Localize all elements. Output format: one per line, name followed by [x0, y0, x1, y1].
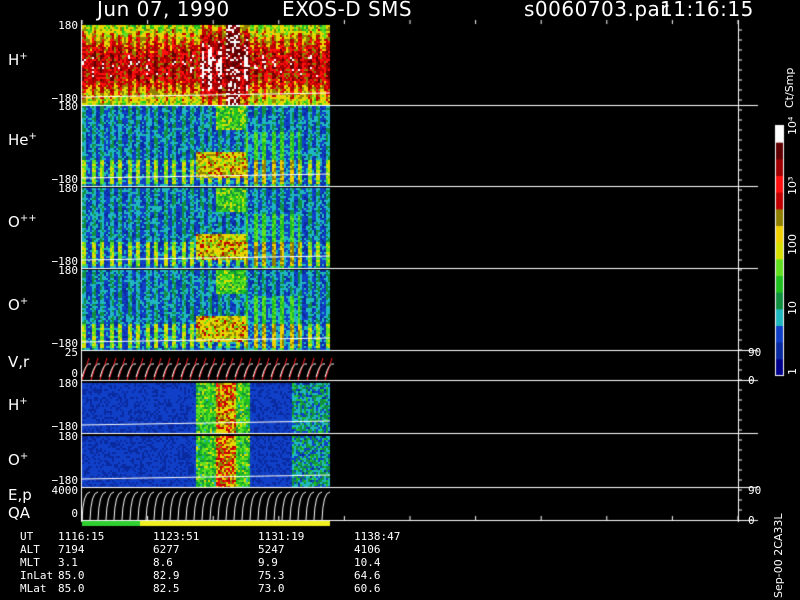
colorbar-unit: Ct/Smp	[783, 67, 796, 108]
panel-ytick-max: 180	[58, 182, 78, 195]
panel-ytick-max: 4000	[51, 484, 79, 497]
header-instrument: EXOS-D SMS	[282, 0, 413, 21]
panel-ytick-max: 180	[58, 264, 78, 277]
panel-ytick-max: 180	[58, 377, 78, 390]
panel-label-text: E,p	[8, 486, 32, 504]
table-cell: 10.4	[354, 556, 381, 569]
panel-label: O++	[8, 213, 37, 231]
table-cell: 5247	[258, 543, 285, 556]
panel-label-text: He	[8, 131, 29, 149]
panel-label-sup: +	[19, 451, 29, 462]
panel-label-text: O	[8, 213, 20, 231]
colorbar-tick-label: 100	[786, 234, 799, 255]
panel-label-text: V,r	[8, 353, 30, 371]
table-cell: 6277	[153, 543, 180, 556]
panel-ytick-min: 0	[71, 507, 78, 520]
panel-ytick-max: 180	[58, 19, 78, 32]
panel-label: H+	[8, 51, 28, 69]
panel-label: V,r	[8, 353, 29, 371]
panel-ytick-max: 25	[64, 346, 78, 359]
panel-label-sup: ++	[19, 213, 37, 224]
table-row-label: MLT	[20, 556, 40, 569]
panel-rtick-max: 90	[748, 346, 762, 359]
table-cell: 9.9	[258, 556, 278, 569]
panel-label-sup: +	[19, 51, 28, 62]
colorbar-tick-label: 1	[786, 368, 799, 375]
table-cell: 82.5	[153, 582, 180, 595]
table-cell: 82.9	[153, 569, 180, 582]
panel-ytick-max: 180	[58, 100, 78, 113]
header-time: 11:16:15	[660, 0, 754, 21]
table-cell: 64.6	[354, 569, 381, 582]
panel-label-sup: +	[28, 131, 37, 142]
table-cell: 3.1	[58, 556, 78, 569]
qa-label: QA	[8, 504, 31, 522]
table-cell: 8.6	[153, 556, 173, 569]
colorbar-tick-label: 10	[786, 301, 799, 315]
table-cell: 75.3	[258, 569, 285, 582]
panel-label: O+	[8, 296, 28, 314]
panel-label-text: H	[8, 396, 20, 414]
header-date: Jun 07, 1990	[97, 0, 230, 21]
panel-ytick-max: 180	[58, 430, 78, 443]
table-cell: 4106	[354, 543, 381, 556]
panel-rtick-max: 90	[748, 484, 762, 497]
table-cell: 85.0	[58, 569, 85, 582]
table-row-label: InLat	[20, 569, 54, 582]
panel-label-text: O	[8, 296, 20, 314]
colorbar-tick-label: 10³	[786, 176, 799, 195]
panel-label-sup: +	[19, 396, 28, 407]
table-row-label: ALT	[20, 543, 40, 556]
table-cell: 85.0	[58, 582, 85, 595]
panel-rtick-min: 0	[748, 374, 755, 387]
spectrogram-canvas	[0, 0, 800, 600]
table-cell: 60.6	[354, 582, 381, 595]
table-row-label: MLat	[20, 582, 47, 595]
table-cell: 1131:19	[258, 530, 305, 543]
table-cell: 1116:15	[58, 530, 105, 543]
header-filename: s0060703.par	[524, 0, 670, 21]
colorbar-tick-label: 10⁴	[786, 116, 799, 135]
panel-label: He+	[8, 131, 37, 149]
table-row-label: UT	[20, 530, 34, 543]
panel-label: H+	[8, 396, 28, 414]
panel-label: O+	[8, 451, 28, 469]
table-cell: 7194	[58, 543, 85, 556]
table-cell: 1123:51	[153, 530, 200, 543]
table-cell: 1138:47	[354, 530, 401, 543]
table-cell: 73.0	[258, 582, 285, 595]
panel-label-sup: +	[19, 296, 29, 307]
panel-label: E,p	[8, 486, 32, 504]
panel-label-text: H	[8, 51, 20, 69]
panel-rtick-min: 0	[748, 514, 755, 527]
panel-label-text: O	[8, 451, 20, 469]
side-filename: Sep-00 2CA33L	[772, 513, 785, 598]
